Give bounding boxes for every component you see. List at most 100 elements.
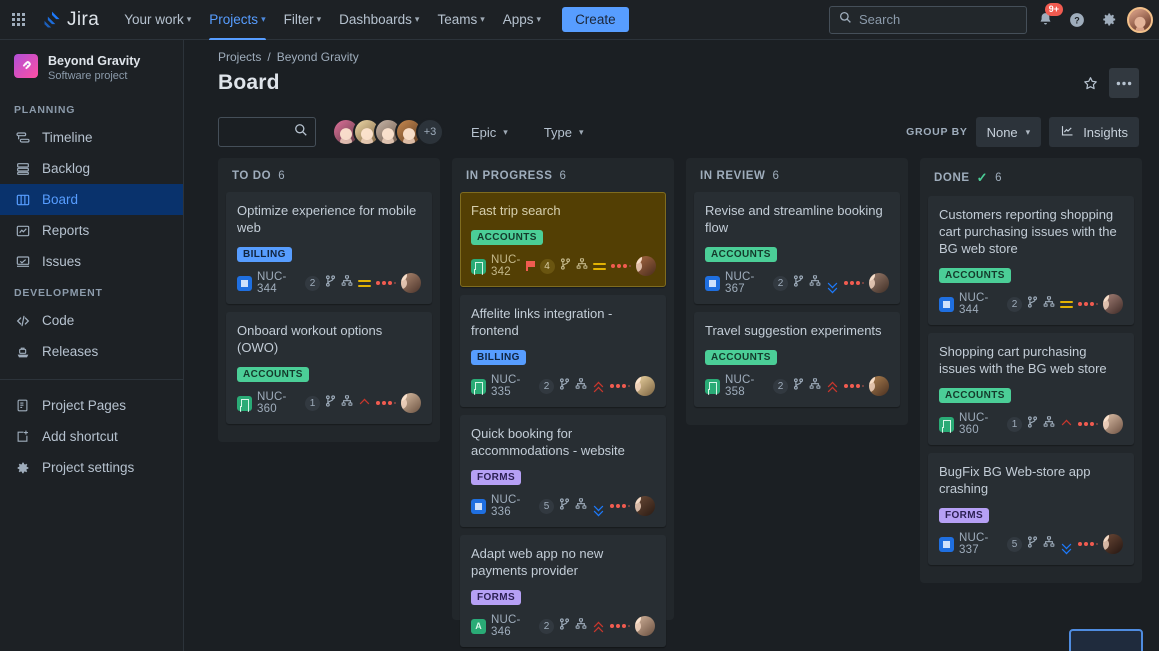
sidebar-item-backlog[interactable]: Backlog xyxy=(0,153,183,184)
card-key[interactable]: NUC-344 xyxy=(257,271,300,295)
star-button[interactable] xyxy=(1075,68,1105,98)
breadcrumb-project[interactable]: Beyond Gravity xyxy=(277,50,359,64)
board-card[interactable]: Revise and streamline booking flow ACCOU… xyxy=(694,192,900,304)
create-button[interactable]: Create xyxy=(562,7,629,32)
avatar[interactable] xyxy=(635,616,655,636)
epic-filter[interactable]: Epic ▾ xyxy=(462,120,517,145)
insights-button[interactable]: Insights xyxy=(1049,117,1139,147)
sidebar-item-timeline[interactable]: Timeline xyxy=(0,122,183,153)
board-card[interactable]: Shopping cart purchasing issues with the… xyxy=(928,333,1134,445)
story-points-badge: 2 xyxy=(1007,296,1022,312)
avatar[interactable] xyxy=(1103,414,1123,434)
breadcrumb-projects[interactable]: Projects xyxy=(218,50,261,64)
board-search-input[interactable] xyxy=(226,125,294,139)
board-toolbar-right: GROUP BY None ▾ Insights xyxy=(906,117,1139,147)
notifications-button[interactable]: 9+ xyxy=(1031,2,1063,34)
status-dots-icon xyxy=(844,384,864,388)
sidebar-item-label: Board xyxy=(42,192,79,207)
avatar[interactable] xyxy=(401,273,421,293)
card-key[interactable]: NUC-337 xyxy=(959,532,1002,556)
group-by-select[interactable]: None ▾ xyxy=(975,117,1042,147)
column-header: TO DO 6 xyxy=(226,166,432,192)
avatar-overflow[interactable]: +3 xyxy=(416,118,444,146)
avatar[interactable] xyxy=(1103,534,1123,554)
card-key[interactable]: NUC-344 xyxy=(959,292,1002,316)
status-dots-icon xyxy=(610,264,631,268)
app-switcher-button[interactable] xyxy=(2,4,34,36)
sidebar-item-releases[interactable]: Releases xyxy=(0,336,183,367)
help-button[interactable]: ? xyxy=(1063,6,1091,34)
priority-highest-icon xyxy=(592,381,605,396)
bottom-partial-button[interactable] xyxy=(1069,629,1143,651)
avatar[interactable] xyxy=(635,256,656,276)
card-key[interactable]: NUC-360 xyxy=(959,412,1002,436)
breadcrumb-separator: / xyxy=(267,50,271,64)
column-header: DONE ✓ 6 xyxy=(928,166,1134,196)
nav-projects[interactable]: Projects ▾ xyxy=(200,0,274,40)
nav-apps[interactable]: Apps ▾ xyxy=(494,0,550,40)
user-avatar[interactable] xyxy=(1127,6,1153,33)
avatar[interactable] xyxy=(635,376,655,396)
card-key[interactable]: NUC-342 xyxy=(491,254,521,278)
nav-filter[interactable]: Filter ▾ xyxy=(275,0,331,40)
card-key[interactable]: NUC-335 xyxy=(491,374,534,398)
sidebar-item-project-settings[interactable]: Project settings xyxy=(0,452,183,483)
jira-home-link[interactable]: Jira xyxy=(42,9,99,31)
nav-dashboards[interactable]: Dashboards ▾ xyxy=(330,0,428,40)
avatar[interactable] xyxy=(1103,294,1123,314)
board-card[interactable]: Travel suggestion experiments ACCOUNTS N… xyxy=(694,312,900,407)
board-card[interactable]: Optimize experience for mobile web BILLI… xyxy=(226,192,432,304)
card-key[interactable]: NUC-360 xyxy=(257,391,300,415)
board-card[interactable]: Onboard workout options (OWO) ACCOUNTS N… xyxy=(226,312,432,424)
card-key[interactable]: NUC-367 xyxy=(725,271,768,295)
card-epic-tag[interactable]: ACCOUNTS xyxy=(939,388,1011,403)
board-card[interactable]: Customers reporting shopping cart purcha… xyxy=(928,196,1134,325)
code-icon xyxy=(14,312,31,329)
column-title: DONE xyxy=(934,172,970,184)
card-footer: NUC-360 1 xyxy=(237,391,421,415)
priority-low-icon xyxy=(1060,539,1073,554)
task-type-icon xyxy=(237,395,252,411)
sidebar-item-project-pages[interactable]: Project Pages xyxy=(0,390,183,421)
chevron-down-icon: ▾ xyxy=(186,14,192,24)
settings-button[interactable] xyxy=(1095,6,1123,34)
card-epic-tag[interactable]: ACCOUNTS xyxy=(705,350,777,365)
more-actions-button[interactable] xyxy=(1109,68,1139,98)
card-key[interactable]: NUC-336 xyxy=(491,494,534,518)
type-filter[interactable]: Type ▾ xyxy=(535,120,593,145)
nav-teams[interactable]: Teams ▾ xyxy=(428,0,493,40)
avatar[interactable] xyxy=(635,496,655,516)
project-header[interactable]: Beyond Gravity Software project xyxy=(0,54,183,94)
avatar[interactable] xyxy=(869,273,889,293)
global-search[interactable] xyxy=(829,5,1027,34)
sidebar-item-reports[interactable]: Reports xyxy=(0,215,183,246)
card-key[interactable]: NUC-358 xyxy=(725,374,768,398)
card-epic-tag[interactable]: ACCOUNTS xyxy=(237,367,309,382)
sidebar-item-add-shortcut[interactable]: Add shortcut xyxy=(0,421,183,452)
card-key[interactable]: NUC-346 xyxy=(491,614,534,638)
sidebar-item-issues[interactable]: Issues xyxy=(0,246,183,277)
card-epic-tag[interactable]: ACCOUNTS xyxy=(471,230,543,245)
card-epic-tag[interactable]: BILLING xyxy=(471,350,526,365)
avatar[interactable] xyxy=(869,376,889,396)
brand-text: Jira xyxy=(67,8,100,30)
card-epic-tag[interactable]: FORMS xyxy=(471,470,522,485)
avatar[interactable] xyxy=(401,393,421,413)
sidebar-item-board[interactable]: Board xyxy=(0,184,183,215)
card-epic-tag[interactable]: ACCOUNTS xyxy=(939,268,1011,283)
card-epic-tag[interactable]: FORMS xyxy=(939,508,990,523)
search-input[interactable] xyxy=(859,12,1017,27)
nav-your-work[interactable]: Your work ▾ xyxy=(115,0,200,40)
board-search[interactable] xyxy=(218,117,316,147)
board-card-selected[interactable]: Fast trip search ACCOUNTS NUC-342 4 xyxy=(460,192,666,287)
board-card[interactable]: Adapt web app no new payments provider F… xyxy=(460,535,666,647)
board-card[interactable]: Quick booking for accommodations - websi… xyxy=(460,415,666,527)
card-epic-tag[interactable]: BILLING xyxy=(237,247,292,262)
board-card[interactable]: BugFix BG Web-store app crashing FORMS N… xyxy=(928,453,1134,565)
board-card[interactable]: Affelite links integration - frontend BI… xyxy=(460,295,666,407)
card-epic-tag[interactable]: ACCOUNTS xyxy=(705,247,777,262)
app-body: Beyond Gravity Software project PLANNING… xyxy=(0,40,1159,651)
sidebar-item-label: Project settings xyxy=(42,460,135,475)
card-epic-tag[interactable]: FORMS xyxy=(471,590,522,605)
sidebar-item-code[interactable]: Code xyxy=(0,305,183,336)
